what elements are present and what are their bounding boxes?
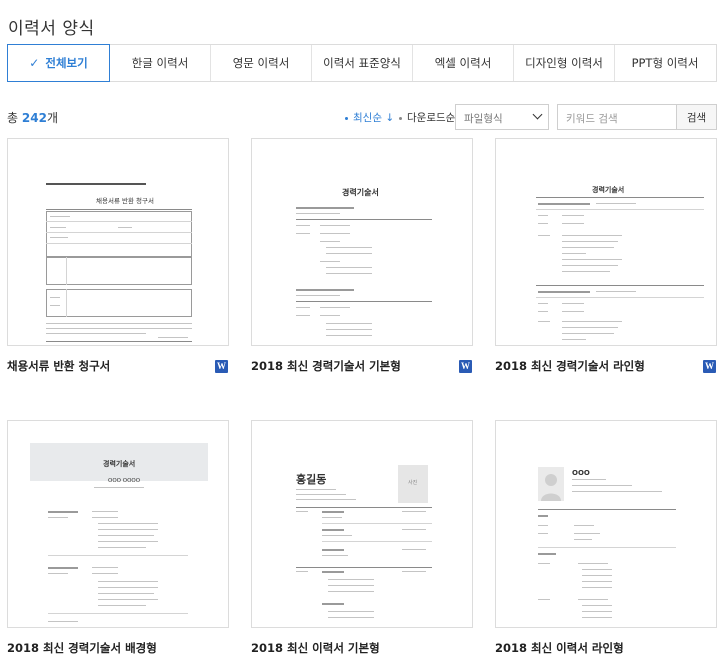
resume-template-page: 이력서 양식 ✓ 전체보기 한글 이력서 영문 이력서 이력서 표준양식 엑셀 … xyxy=(0,0,720,666)
count-suffix: 개 xyxy=(46,111,58,125)
avatar-placeholder xyxy=(538,467,564,501)
template-card[interactable]: 경력기술서 2018 최신 경력기술서 라인형 W xyxy=(495,138,717,373)
template-thumbnail[interactable]: 홍길동 사진 xyxy=(251,420,473,628)
bullet-icon xyxy=(345,116,348,120)
tab-ppt-resume[interactable]: PPT형 이력서 xyxy=(615,45,715,81)
check-icon: ✓ xyxy=(29,56,40,70)
template-thumbnail[interactable]: OOO xyxy=(495,420,717,628)
template-card[interactable]: 경력기술서 2018 최신 경력기술서 기본형 W xyxy=(251,138,473,373)
file-format-select[interactable]: 파일형식 xyxy=(455,104,549,130)
tab-label: 이력서 표준양식 xyxy=(323,56,401,70)
tab-korean-resume[interactable]: 한글 이력서 xyxy=(110,45,211,81)
tab-label: 엑셀 이력서 xyxy=(434,56,492,70)
tab-label: PPT형 이력서 xyxy=(631,56,699,70)
template-thumbnail[interactable]: 경력기술서 OOO OOOO xyxy=(7,420,229,628)
sort-latest-link[interactable]: 최신순 ↓ xyxy=(345,110,394,125)
word-doc-icon: W xyxy=(215,360,228,373)
tab-standard-form[interactable]: 이력서 표준양식 xyxy=(312,45,413,81)
tab-all[interactable]: ✓ 전체보기 xyxy=(7,44,110,82)
count-value: 242 xyxy=(21,111,47,125)
template-title[interactable]: 2018 최신 경력기술서 라인형 xyxy=(495,358,645,374)
thumb-doc-title: 경력기술서 xyxy=(342,188,379,197)
sort-download-link[interactable]: 다운로드순 xyxy=(399,110,455,125)
thumb-doc-title: 경력기술서 xyxy=(592,186,625,194)
tab-label: 디자인형 이력서 xyxy=(525,56,603,70)
tab-label: 전체보기 xyxy=(45,56,88,70)
thumb-doc-title: 채용서류 반환 청구서 xyxy=(96,197,154,205)
template-title[interactable]: 2018 최신 이력서 기본형 xyxy=(251,640,380,656)
template-title[interactable]: 2018 최신 경력기술서 기본형 xyxy=(251,358,401,374)
tab-label: 영문 이력서 xyxy=(232,56,290,70)
template-card[interactable]: OOO 2018 최신 이력서 라인형 xyxy=(495,420,717,655)
page-title: 이력서 양식 xyxy=(8,19,95,39)
template-title[interactable]: 2018 최신 경력기술서 배경형 xyxy=(7,640,157,656)
template-title[interactable]: 2018 최신 이력서 라인형 xyxy=(495,640,624,656)
total-count: 총 242개 xyxy=(7,109,58,126)
word-doc-icon: W xyxy=(459,360,472,373)
photo-label: 사진 xyxy=(408,480,418,486)
file-format-placeholder: 파일형식 xyxy=(464,113,503,125)
bullet-icon xyxy=(399,116,402,120)
thumb-doc-name: OOO xyxy=(572,469,590,477)
tab-excel-resume[interactable]: 엑셀 이력서 xyxy=(413,45,514,81)
tab-english-resume[interactable]: 영문 이력서 xyxy=(211,45,312,81)
list-toolbar: 총 242개 최신순 ↓ 다운로드순 파일형식 키워드 검색 검색 xyxy=(7,104,717,130)
category-tabs: ✓ 전체보기 한글 이력서 영문 이력서 이력서 표준양식 엑셀 이력서 디자인… xyxy=(7,44,717,82)
search-button[interactable]: 검색 xyxy=(676,104,717,130)
sort-latest-label: 최신순 ↓ xyxy=(353,112,395,124)
template-thumbnail[interactable]: 경력기술서 xyxy=(251,138,473,346)
tab-design-resume[interactable]: 디자인형 이력서 xyxy=(514,45,615,81)
template-card[interactable]: 경력기술서 OOO OOOO 2018 최신 경력기술서 배경형 xyxy=(7,420,229,655)
thumb-doc-name: 홍길동 xyxy=(296,473,327,486)
template-card[interactable]: 채용서류 반환 청구서 채용서류 반환 청구서 W xyxy=(7,138,229,373)
sort-download-label: 다운로드순 xyxy=(407,112,456,124)
thumb-doc-title: 경력기술서 xyxy=(103,460,136,468)
thumb-doc-name: OOO OOOO xyxy=(108,478,141,484)
word-doc-icon: W xyxy=(703,360,716,373)
keyword-placeholder: 키워드 검색 xyxy=(566,113,618,125)
keyword-search-input[interactable]: 키워드 검색 xyxy=(557,104,677,130)
tab-label: 한글 이력서 xyxy=(131,56,189,70)
count-prefix: 총 xyxy=(7,111,19,125)
template-thumbnail[interactable]: 경력기술서 xyxy=(495,138,717,346)
template-thumbnail[interactable]: 채용서류 반환 청구서 xyxy=(7,138,229,346)
template-card[interactable]: 홍길동 사진 2018 최신 이력서 기본형 xyxy=(251,420,473,655)
chevron-down-icon xyxy=(532,109,543,120)
template-title[interactable]: 채용서류 반환 청구서 xyxy=(7,358,110,374)
person-icon xyxy=(541,474,561,501)
